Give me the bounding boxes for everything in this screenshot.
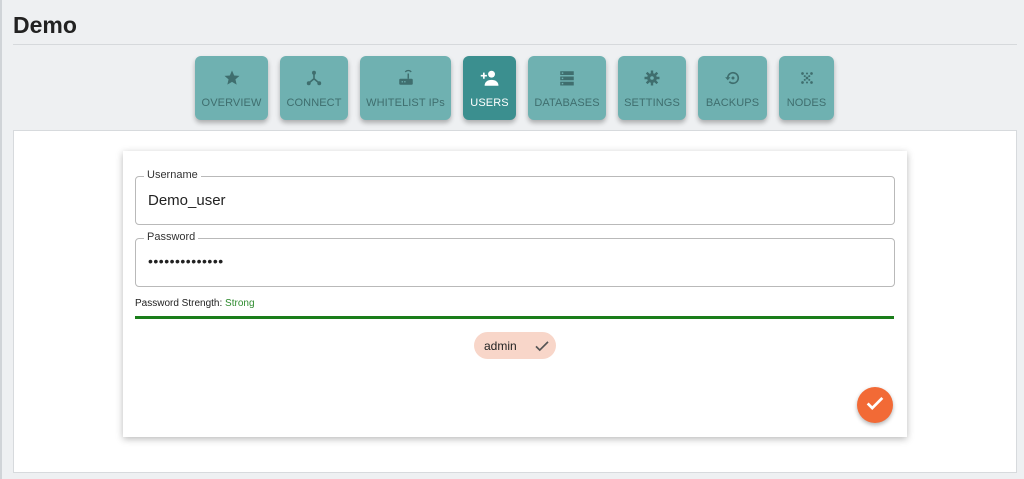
submit-button[interactable] [857,387,893,423]
tab-connect[interactable]: CONNECT [280,56,348,120]
tab-label: USERS [470,97,509,109]
title-divider [13,44,1017,45]
page-title: Demo [13,12,77,38]
nodes-icon [798,69,816,87]
tab-whitelist-ips[interactable]: WHITELIST IPs [360,56,451,120]
tab-label: DATABASES [534,97,600,109]
tab-nodes[interactable]: NODES [779,56,834,120]
tab-settings[interactable]: SETTINGS [618,56,686,120]
tab-users[interactable]: USERS [463,56,516,120]
password-strength-value: Strong [225,298,255,309]
tab-label: SETTINGS [624,97,680,109]
password-field[interactable]: Password •••••••••••••• [135,231,895,287]
connect-icon [305,69,323,87]
password-strength-label: Password Strength: [135,298,223,309]
tab-label: WHITELIST IPs [366,97,445,109]
tab-backups[interactable]: BACKUPS [698,56,767,120]
password-strength-bar [135,316,894,319]
role-chip-admin[interactable]: admin [474,332,556,359]
router-icon [397,69,415,87]
check-icon [533,337,551,360]
check-icon [864,392,886,419]
tab-databases[interactable]: DATABASES [528,56,606,120]
user-form-card: Username Demo_user Password ••••••••••••… [123,151,907,437]
username-input[interactable]: Demo_user [148,192,226,209]
backup-restore-icon [724,69,742,87]
tab-label: NODES [786,97,827,109]
gear-icon [643,69,661,87]
add-user-icon [480,69,500,87]
password-strength: Password Strength: Strong [135,298,255,309]
star-icon [223,69,241,87]
tab-label: OVERVIEW [201,97,262,109]
username-label: Username [144,169,201,181]
password-input[interactable]: •••••••••••••• [148,253,224,269]
database-icon [558,69,576,87]
role-chip-label: admin [484,338,517,353]
tab-overview[interactable]: OVERVIEW [195,56,268,120]
tab-label: CONNECT [286,97,342,109]
tab-label: BACKUPS [705,97,760,109]
username-field[interactable]: Username Demo_user [135,169,895,225]
nav-toolbar: OVERVIEW CONNECT WHITELIST IPs USERS DAT… [0,56,1024,120]
password-label: Password [144,231,199,243]
